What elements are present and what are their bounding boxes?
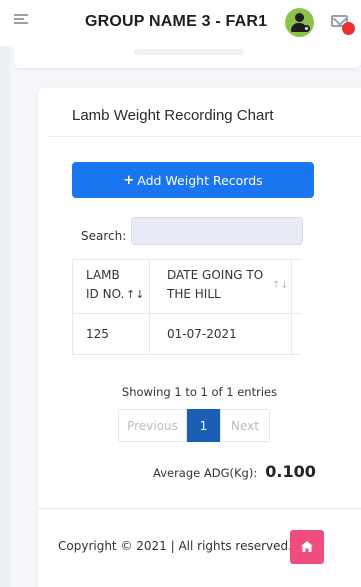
- plus-icon: +: [123, 172, 135, 188]
- column-header-lamb-id[interactable]: LAMB ID NO. ↑↓: [73, 260, 150, 313]
- search-label: Search:: [81, 229, 127, 243]
- table-cell: 01-07-2021: [150, 314, 292, 354]
- adg-label: Average ADG(Kg):: [153, 466, 258, 480]
- search-input[interactable]: [131, 217, 303, 245]
- table-cell: 2: [292, 314, 302, 354]
- previous-card: [14, 46, 361, 68]
- divider: [38, 508, 361, 509]
- weight-records-table: LAMB ID NO. ↑↓ DATE GOING TO THE HILL ↑↓…: [72, 259, 302, 355]
- notification-badge: [342, 22, 355, 35]
- home-button[interactable]: [290, 530, 324, 564]
- add-button-label: Add Weight Records: [137, 172, 263, 188]
- column-header-weight[interactable]: W T: [292, 260, 302, 313]
- copyright-text: Copyright © 2021 | All rights reserved.: [58, 539, 292, 553]
- pagination-previous[interactable]: Previous: [118, 409, 187, 442]
- divider: [48, 136, 361, 137]
- user-settings-icon[interactable]: [285, 8, 314, 37]
- pagination: Previous 1 Next: [118, 409, 270, 442]
- home-icon: [301, 541, 313, 552]
- average-adg: Average ADG(Kg): 0.100: [153, 462, 316, 481]
- weight-chart-card: Lamb Weight Recording Chart + Add Weight…: [38, 88, 361, 587]
- sidebar-edge: [0, 46, 10, 587]
- add-weight-records-button[interactable]: + Add Weight Records: [72, 162, 314, 198]
- top-navbar: GROUP NAME 3 - FAR1: [0, 0, 361, 46]
- adg-value: 0.100: [265, 462, 316, 481]
- app-title: GROUP NAME 3 - FAR1: [85, 13, 268, 30]
- sort-icon: ↑↓: [272, 280, 289, 291]
- menu-icon[interactable]: [14, 14, 28, 25]
- card-title: Lamb Weight Recording Chart: [72, 107, 274, 124]
- pagination-next[interactable]: Next: [220, 409, 270, 442]
- table-info: Showing 1 to 1 of 1 entries: [121, 385, 278, 399]
- sort-asc-icon: ↑↓: [126, 288, 145, 301]
- pagination-page-1[interactable]: 1: [187, 409, 220, 442]
- column-header-date[interactable]: DATE GOING TO THE HILL ↑↓: [150, 260, 292, 313]
- table-cell: 125: [73, 314, 150, 354]
